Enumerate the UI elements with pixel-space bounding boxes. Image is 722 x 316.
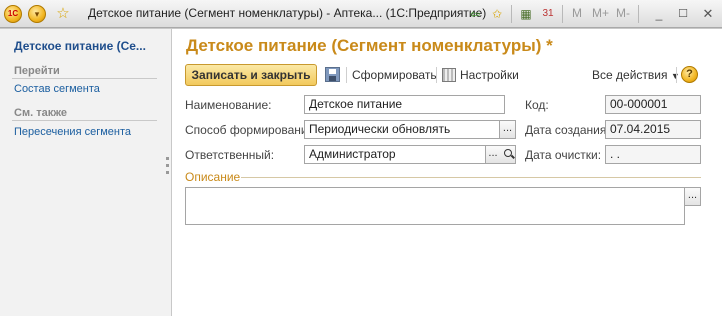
created-date-field[interactable]: 07.04.2015: [605, 120, 701, 139]
settings-icon[interactable]: [442, 68, 456, 82]
panel-splitter-handle[interactable]: [166, 157, 169, 183]
maximize-icon[interactable]: ☐: [674, 5, 692, 23]
memory-minus-button[interactable]: M-: [616, 6, 630, 20]
favorite-star-icon[interactable]: ☆: [54, 5, 72, 23]
responsible-label: Ответственный:: [185, 148, 275, 162]
menu-dropdown-icon[interactable]: ▾: [28, 5, 46, 23]
description-textarea[interactable]: [185, 187, 685, 225]
minimize-icon[interactable]: _: [650, 5, 668, 23]
responsible-field[interactable]: Администратор: [304, 145, 486, 164]
responsible-select-button[interactable]: ...: [486, 145, 501, 164]
help-icon[interactable]: ?: [681, 66, 698, 83]
memory-m-button[interactable]: M: [572, 6, 582, 20]
method-label: Способ формирования:: [185, 123, 318, 137]
name-label: Наименование:: [185, 98, 272, 112]
all-actions-menu[interactable]: Все действия ▼: [592, 68, 680, 82]
nav-link-segment-composition[interactable]: Состав сегмента: [14, 83, 100, 95]
navigation-panel: Детское питание (Се... Перейти Состав се…: [0, 29, 172, 316]
description-open-button[interactable]: ...: [685, 187, 701, 206]
save-and-close-button[interactable]: Записать и закрыть: [185, 64, 317, 86]
memory-plus-button[interactable]: M+: [592, 6, 609, 20]
nav-link-segment-intersections[interactable]: Пересечения сегмента: [14, 126, 131, 138]
close-icon[interactable]: ✕: [699, 5, 717, 23]
calendar-icon[interactable]: 31: [539, 5, 557, 23]
form-body: Детское питание (Сегмент номенклатуры) *…: [173, 29, 722, 316]
app-logo-icon[interactable]: 1С: [4, 5, 22, 23]
goto-section-header: Перейти: [14, 65, 60, 77]
back-icon[interactable]: ⇦: [466, 5, 484, 23]
see-also-section-header: См. также: [14, 107, 67, 119]
cleared-date-label: Дата очистки:: [525, 148, 602, 162]
name-field[interactable]: Детское питание: [304, 95, 505, 114]
save-icon[interactable]: [325, 67, 340, 82]
code-label: Код:: [525, 98, 549, 112]
method-field[interactable]: Периодически обновлять: [304, 120, 500, 139]
method-select-button[interactable]: ...: [500, 120, 516, 139]
created-date-label: Дата создания:: [525, 123, 610, 137]
form-window: Детское питание (Се... Перейти Состав се…: [0, 28, 722, 316]
responsible-open-button[interactable]: [500, 145, 516, 164]
divider: [12, 120, 157, 121]
window-title: Детское питание (Сегмент номенклатуры) -…: [88, 6, 487, 20]
all-actions-label: Все действия: [592, 68, 668, 82]
code-field[interactable]: 00-000001: [605, 95, 701, 114]
window-titlebar: 1С ▾ ☆ Детское питание (Сегмент номенкла…: [0, 0, 722, 28]
page-title: Детское питание (Сегмент номенклатуры) *: [186, 36, 553, 55]
divider: [241, 177, 701, 178]
search-icon: [503, 149, 512, 157]
generate-button[interactable]: Сформировать: [352, 68, 437, 82]
description-label: Описание: [185, 170, 241, 184]
cleared-date-field[interactable]: . .: [605, 145, 701, 164]
divider: [12, 78, 157, 79]
settings-button[interactable]: Настройки: [460, 68, 519, 82]
navigation-panel-title[interactable]: Детское питание (Се...: [14, 39, 146, 53]
bookmark-icon[interactable]: ✩: [488, 5, 506, 23]
calculator-icon[interactable]: ▦: [517, 5, 535, 23]
